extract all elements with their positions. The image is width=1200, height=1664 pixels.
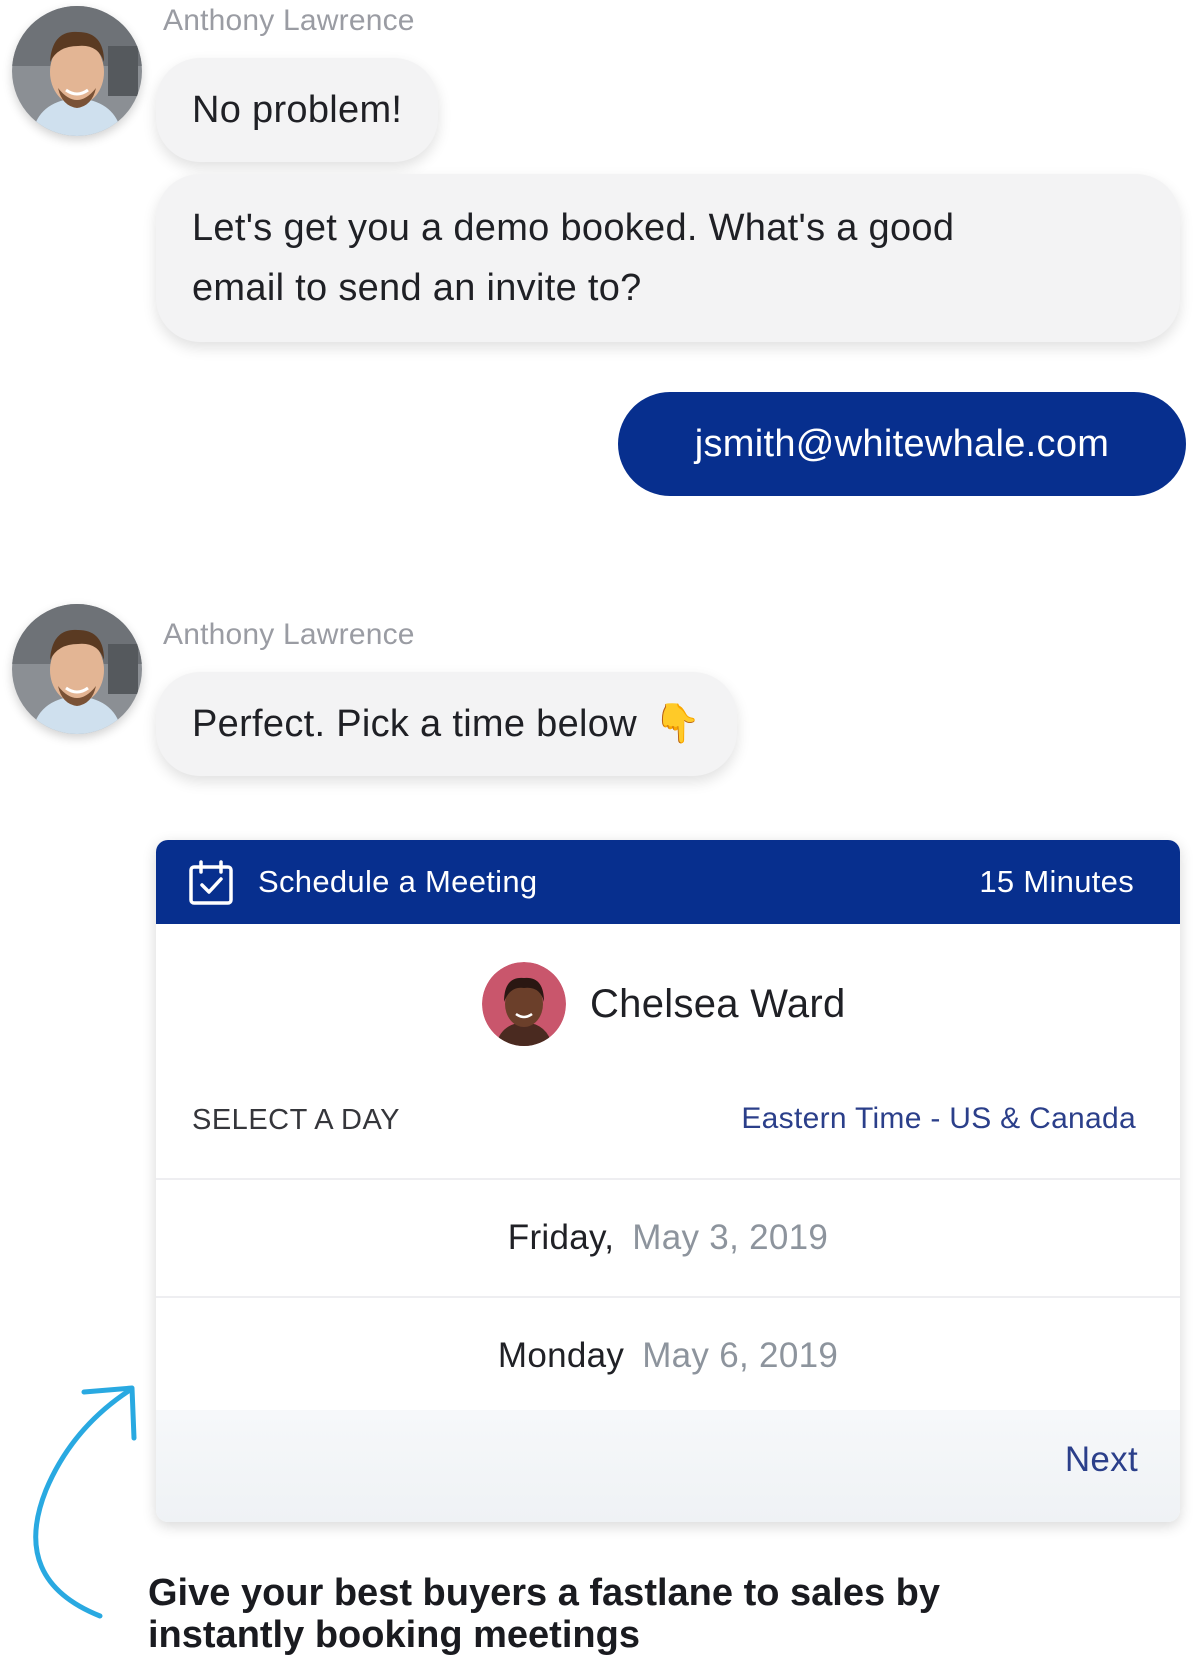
message-text: Perfect. Pick a time below xyxy=(192,703,637,745)
scheduler-footer: Next xyxy=(156,1410,1180,1522)
meeting-scheduler-card: Schedule a Meeting 15 Minutes Chelsea Wa… xyxy=(156,840,1180,1522)
caption-emphasis: booking meetings xyxy=(314,1614,640,1656)
pointing-down-emoji: 👇 xyxy=(653,703,702,745)
agent-message-bubble: Perfect. Pick a time below 👇 xyxy=(156,672,738,776)
chat-page: Anthony Lawrence No problem! Let's get y… xyxy=(0,0,1200,1664)
day-option[interactable]: Monday May 6, 2019 xyxy=(156,1296,1180,1414)
day-weekday: Friday, xyxy=(507,1218,615,1257)
day-weekday: Monday xyxy=(497,1336,625,1375)
agent-avatar xyxy=(12,6,142,136)
agent-message-bubble: No problem! xyxy=(156,58,439,162)
next-button[interactable]: Next xyxy=(1065,1440,1138,1480)
sender-name: Anthony Lawrence xyxy=(163,618,415,651)
caption-line: instantly booking meetings xyxy=(148,1614,1188,1656)
marketing-caption: Give your best buyers a fastlane to sale… xyxy=(148,1572,1188,1656)
message-text: No problem! xyxy=(192,89,403,131)
scheduler-header: Schedule a Meeting 15 Minutes xyxy=(156,840,1180,924)
agent-avatar xyxy=(12,604,142,734)
message-text: jsmith@whitewhale.com xyxy=(694,423,1110,465)
sender-name: Anthony Lawrence xyxy=(163,4,415,37)
timezone-selector[interactable]: Eastern Time - US & Canada xyxy=(741,1102,1136,1136)
host-avatar xyxy=(482,962,566,1046)
caption-text: instantly xyxy=(148,1614,315,1656)
day-date: May 3, 2019 xyxy=(632,1218,829,1257)
meeting-duration: 15 Minutes xyxy=(979,864,1134,899)
message-text: Let's get you a demo booked. What's a go… xyxy=(192,207,955,249)
host-name: Chelsea Ward xyxy=(590,982,846,1026)
day-date: May 6, 2019 xyxy=(642,1336,839,1375)
scheduler-title: Schedule a Meeting xyxy=(258,864,538,899)
caption-line: Give your best buyers a fastlane to sale… xyxy=(148,1572,940,1614)
message-text: email to send an invite to? xyxy=(192,267,642,309)
day-option[interactable]: Friday, May 3, 2019 xyxy=(156,1178,1180,1296)
calendar-check-icon xyxy=(189,860,233,905)
user-message-bubble: jsmith@whitewhale.com xyxy=(618,392,1186,496)
select-day-label: SELECT A DAY xyxy=(192,1104,401,1136)
agent-message-bubble: Let's get you a demo booked. What's a go… xyxy=(156,174,1180,342)
